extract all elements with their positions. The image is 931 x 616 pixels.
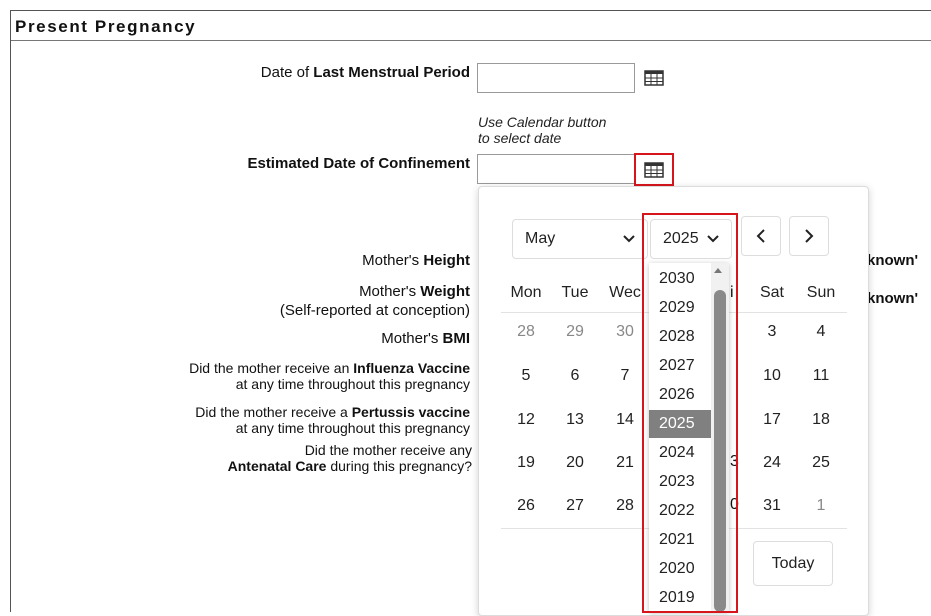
year-option[interactable]: 2029 bbox=[649, 294, 711, 322]
chevron-left-icon bbox=[756, 229, 765, 243]
day-cell[interactable]: 4 bbox=[797, 323, 845, 341]
day-cell[interactable]: 7 bbox=[601, 367, 649, 385]
scroll-up-arrow-icon[interactable] bbox=[714, 268, 722, 273]
day-cell[interactable]: 21 bbox=[601, 454, 649, 472]
day-cell[interactable]: 13 bbox=[551, 411, 599, 429]
day-cell[interactable]: 12 bbox=[502, 411, 550, 429]
day-cell[interactable]: 3 bbox=[748, 323, 796, 341]
day-cell[interactable]: 31 bbox=[748, 497, 796, 515]
height-label: Mother's Height bbox=[362, 252, 470, 269]
year-option[interactable]: 2023 bbox=[649, 468, 711, 496]
pertussis-label: Did the mother receive a Pertussis vacci… bbox=[195, 404, 470, 436]
day-cell[interactable]: 10 bbox=[748, 367, 796, 385]
calendar-icon bbox=[644, 70, 664, 86]
day-cell[interactable]: 20 bbox=[551, 454, 599, 472]
hidden-day-fragment: 3 bbox=[730, 453, 739, 470]
edc-calendar-button[interactable] bbox=[638, 156, 670, 184]
edc-date-input[interactable] bbox=[477, 154, 635, 184]
lmp-calendar-button[interactable] bbox=[638, 64, 670, 92]
section-header: Present Pregnancy bbox=[11, 11, 931, 41]
day-cell[interactable]: 30 bbox=[601, 323, 649, 341]
year-option[interactable]: 2030 bbox=[649, 265, 711, 293]
weekday-label: Sat bbox=[759, 284, 784, 301]
chevron-down-icon bbox=[707, 235, 719, 243]
day-cell[interactable]: 5 bbox=[502, 367, 550, 385]
weight-unknown-text: known' bbox=[867, 290, 919, 307]
weight-label: Mother's Weight (Self-reported at concept… bbox=[279, 283, 470, 319]
year-option[interactable]: 2026 bbox=[649, 381, 711, 409]
year-select[interactable]: 2025 bbox=[650, 219, 732, 259]
edc-label: Estimated Date of Confinement bbox=[247, 155, 470, 172]
day-cell[interactable]: 19 bbox=[502, 454, 550, 472]
month-select[interactable]: May bbox=[512, 219, 648, 259]
hidden-weekday-fragment: i bbox=[730, 284, 734, 301]
height-unknown-text: known' bbox=[867, 252, 919, 269]
chevron-down-icon bbox=[623, 235, 635, 243]
prev-month-button[interactable] bbox=[741, 216, 781, 256]
influenza-label: Did the mother receive an Influenza Vacc… bbox=[189, 360, 470, 392]
year-option[interactable]: 2027 bbox=[649, 352, 711, 380]
weekday-label: Tue bbox=[561, 284, 589, 301]
next-month-button[interactable] bbox=[789, 216, 829, 256]
day-cell[interactable]: 27 bbox=[551, 497, 599, 515]
lmp-date-input[interactable] bbox=[477, 63, 635, 93]
day-cell[interactable]: 26 bbox=[502, 497, 550, 515]
hidden-day-fragment: 0 bbox=[730, 496, 739, 513]
day-cell[interactable]: 11 bbox=[797, 367, 845, 385]
day-cell[interactable]: 25 bbox=[797, 454, 845, 472]
weekday-label: Mon bbox=[510, 284, 542, 301]
calendar-hint: Use Calendar button to select date bbox=[478, 114, 607, 146]
year-option[interactable]: 2019 bbox=[649, 584, 711, 612]
year-option[interactable]: 2025 bbox=[649, 410, 711, 438]
calendar-icon bbox=[644, 162, 664, 178]
year-option[interactable]: 2020 bbox=[649, 555, 711, 583]
day-cell[interactable]: 6 bbox=[551, 367, 599, 385]
lmp-label: Date of Last Menstrual Period bbox=[260, 64, 470, 81]
today-button[interactable]: Today bbox=[753, 541, 833, 586]
year-option[interactable]: 2021 bbox=[649, 526, 711, 554]
day-cell[interactable]: 29 bbox=[551, 323, 599, 341]
antenatal-label: Did the mother receive any Antenatal Care… bbox=[227, 442, 472, 474]
year-list-scroll-thumb[interactable] bbox=[714, 290, 726, 612]
day-cell[interactable]: 24 bbox=[748, 454, 796, 472]
day-cell[interactable]: 17 bbox=[748, 411, 796, 429]
weekday-label: Wec bbox=[609, 284, 641, 301]
year-option[interactable]: 2024 bbox=[649, 439, 711, 467]
day-cell[interactable]: 1 bbox=[797, 497, 845, 515]
section-title: Present Pregnancy bbox=[15, 17, 197, 36]
day-cell[interactable]: 28 bbox=[502, 323, 550, 341]
year-option[interactable]: 2022 bbox=[649, 497, 711, 525]
weekday-label: Sun bbox=[806, 284, 836, 301]
bmi-label: Mother's BMI bbox=[381, 330, 470, 347]
day-cell[interactable]: 14 bbox=[601, 411, 649, 429]
year-option[interactable]: 2028 bbox=[649, 323, 711, 351]
chevron-right-icon bbox=[805, 229, 814, 243]
day-cell[interactable]: 28 bbox=[601, 497, 649, 515]
day-cell[interactable]: 18 bbox=[797, 411, 845, 429]
